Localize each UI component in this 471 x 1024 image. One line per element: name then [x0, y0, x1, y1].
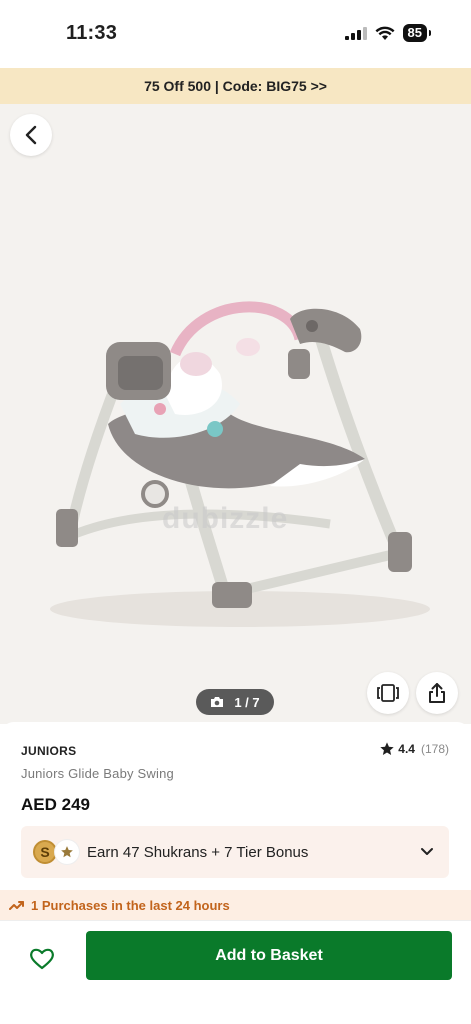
star-icon [380, 742, 394, 755]
rating-value: 4.4 [398, 742, 415, 756]
product-price: AED 249 [21, 795, 90, 814]
chevron-down-icon [421, 848, 433, 855]
chevron-left-icon [25, 125, 37, 145]
recent-purchases-banner: 1 Purchases in the last 24 hours [0, 890, 471, 920]
shukran-text: Earn 47 Shukrans + 7 Tier Bonus [87, 843, 309, 861]
share-icon [429, 683, 445, 703]
rating[interactable]: 4.4 (178) [379, 741, 449, 757]
image-counter-text: 1 / 7 [234, 694, 260, 710]
back-button[interactable] [10, 114, 52, 156]
image-counter: 1 / 7 [196, 689, 274, 715]
status-bar: 11:33 85 [0, 0, 471, 68]
shukran-rewards[interactable]: S Earn 47 Shukrans + 7 Tier Bonus [21, 826, 449, 878]
status-icons: 85 [344, 24, 432, 42]
product-image [50, 301, 430, 627]
product-title: Juniors Glide Baby Swing [21, 766, 174, 781]
compare-button[interactable] [367, 672, 409, 714]
watermark: dubizzle [162, 502, 289, 535]
rating-count: (178) [420, 742, 449, 756]
add-to-basket-button[interactable]: Add to Basket [86, 931, 452, 980]
battery-indicator: 85 [402, 24, 432, 42]
camera-icon [211, 697, 224, 707]
share-button[interactable] [416, 672, 458, 714]
product-gallery[interactable]: dubizzle 1 / 7 [0, 104, 471, 724]
wishlist-button[interactable] [22, 939, 62, 979]
signal-icon [344, 27, 367, 40]
heart-icon [30, 948, 54, 970]
brand-name[interactable]: JUNIORS [21, 744, 76, 758]
tier-star-icon [55, 840, 79, 864]
recent-purchases-text: 1 Purchases in the last 24 hours [31, 897, 230, 913]
view-stack-icon [377, 684, 399, 702]
shukran-coin-icon: S [33, 840, 57, 864]
status-time: 11:33 [66, 22, 118, 44]
bottom-action-bar: Add to Basket [0, 920, 471, 1024]
promo-banner[interactable]: 75 Off 500 | Code: BIG75 >> [0, 68, 471, 104]
trending-up-icon [9, 901, 24, 910]
wifi-icon [375, 26, 395, 40]
